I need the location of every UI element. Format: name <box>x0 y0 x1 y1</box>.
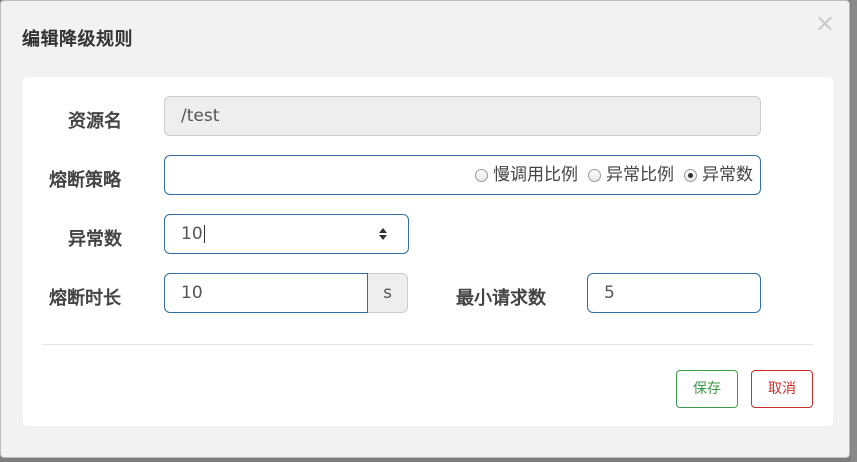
strategy-radio-box: 慢调用比例 异常比例 异常数 <box>164 155 761 195</box>
exception-count-input[interactable]: 10 <box>164 214 409 254</box>
radio-exception-count[interactable]: 异常数 <box>684 156 753 194</box>
text-cursor <box>203 225 205 243</box>
radio-exception-ratio[interactable]: 异常比例 <box>588 156 674 194</box>
break-duration-label: 熔断时长 <box>49 288 121 309</box>
radio-slow-call-ratio[interactable]: 慢调用比例 <box>475 156 578 194</box>
stepper-down-icon[interactable] <box>379 235 387 240</box>
footer-divider <box>42 344 813 345</box>
dialog-header: 编辑降级规则 × <box>1 1 849 73</box>
radio-exception-count-label: 异常数 <box>702 165 753 185</box>
background-page-edge <box>851 0 857 462</box>
break-duration-unit: s <box>368 273 408 313</box>
radio-exception-count-circle[interactable] <box>684 168 697 182</box>
min-requests-input[interactable]: 5 <box>587 273 761 313</box>
exception-count-label: 异常数 <box>68 229 122 250</box>
radio-exception-ratio-label: 异常比例 <box>606 165 674 185</box>
edit-degrade-rule-dialog: 编辑降级规则 × 资源名 /test 熔断策略 慢调用比例 异常比例 异常数 异… <box>0 0 850 458</box>
close-icon[interactable]: × <box>815 11 835 35</box>
min-requests-label: 最小请求数 <box>456 288 546 309</box>
cancel-button[interactable]: 取消 <box>751 370 813 408</box>
exception-count-value: 10 <box>181 224 203 244</box>
radio-slow-call-ratio-label: 慢调用比例 <box>493 165 578 185</box>
form-card: 资源名 /test 熔断策略 慢调用比例 异常比例 异常数 异常数 10 熔断时… <box>23 77 833 426</box>
save-button[interactable]: 保存 <box>676 370 738 408</box>
radio-slow-call-ratio-circle[interactable] <box>475 168 488 182</box>
strategy-label: 熔断策略 <box>49 170 121 191</box>
number-stepper[interactable] <box>376 224 390 244</box>
strategy-radio-group: 慢调用比例 异常比例 异常数 <box>475 156 753 194</box>
radio-exception-ratio-circle[interactable] <box>588 168 601 182</box>
dialog-title: 编辑降级规则 <box>22 29 133 50</box>
stepper-up-icon[interactable] <box>379 228 387 233</box>
break-duration-input[interactable]: 10 <box>164 273 368 313</box>
resource-input: /test <box>164 96 761 136</box>
resource-label: 资源名 <box>68 111 122 132</box>
